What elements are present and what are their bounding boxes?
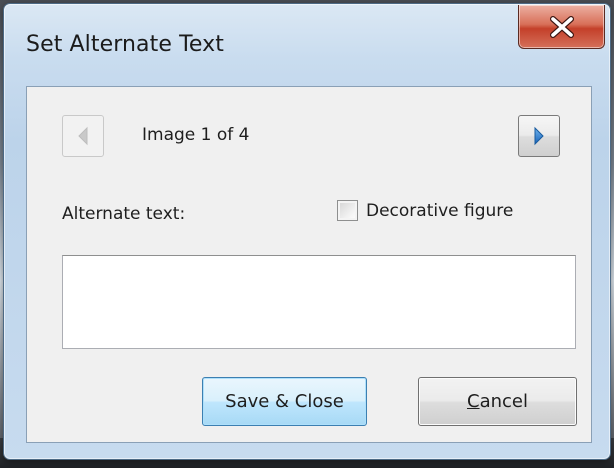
save-and-close-button[interactable]: Save & Close xyxy=(202,377,367,426)
title-bar[interactable]: Set Alternate Text xyxy=(4,4,610,86)
dialog-client-area: Image 1 of 4 Alternate text: Decorative … xyxy=(26,86,592,443)
window-title: Set Alternate Text xyxy=(26,32,224,57)
cancel-mnemonic: C xyxy=(467,391,480,412)
decorative-figure-option[interactable]: Decorative figure xyxy=(337,200,513,221)
close-icon xyxy=(549,15,574,38)
next-image-button[interactable] xyxy=(518,115,560,157)
decorative-figure-checkbox[interactable] xyxy=(337,200,358,221)
image-counter: Image 1 of 4 xyxy=(142,125,250,145)
alternate-text-input[interactable] xyxy=(62,255,576,349)
dialog-window: Set Alternate Text Image 1 of 4 Alternat… xyxy=(3,3,611,460)
triangle-left-icon xyxy=(78,126,88,146)
previous-image-button[interactable] xyxy=(62,115,104,157)
cancel-button[interactable]: Cancel xyxy=(418,377,577,426)
alternate-text-label: Alternate text: xyxy=(62,204,186,224)
close-button[interactable] xyxy=(518,5,605,49)
cancel-label-rest: ancel xyxy=(479,391,528,412)
decorative-figure-label[interactable]: Decorative figure xyxy=(366,201,513,221)
triangle-right-icon xyxy=(534,126,544,146)
